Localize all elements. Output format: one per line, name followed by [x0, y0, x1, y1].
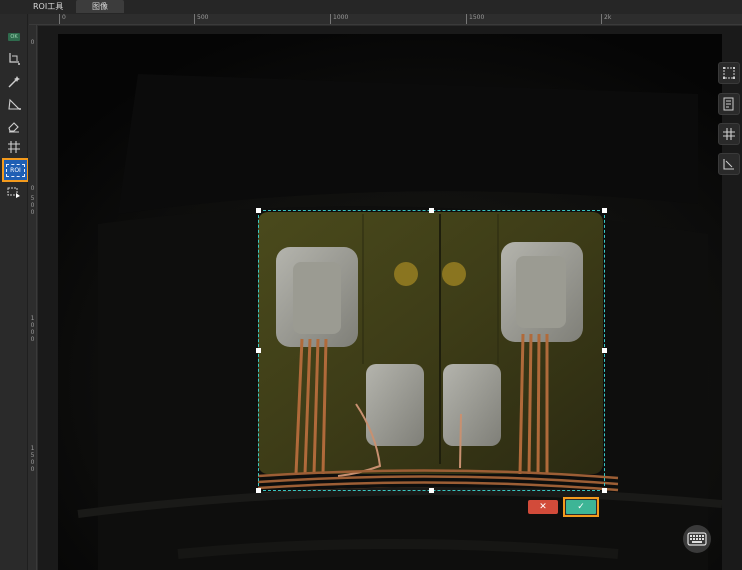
- roi-handle-right[interactable]: [602, 348, 607, 353]
- ruler-tick-label: 1500: [30, 445, 35, 473]
- crop-polygon-icon: [9, 53, 20, 65]
- keyboard-icon: [687, 532, 707, 546]
- eraser-icon: [8, 122, 19, 133]
- ruler-tick-label: 0: [30, 39, 35, 46]
- tab-bar: ROI工具 图像: [0, 0, 742, 14]
- roi-handle-top[interactable]: [429, 208, 434, 213]
- roi-handle-top-right[interactable]: [602, 208, 607, 213]
- roi-handle-top-left[interactable]: [256, 208, 261, 213]
- measure-area-button[interactable]: [718, 153, 740, 175]
- crop-polygon-tool[interactable]: [5, 51, 23, 67]
- grid-tool[interactable]: [5, 139, 23, 155]
- roi-handle-left[interactable]: [256, 348, 261, 353]
- ruler-tick-label: 1000: [330, 14, 348, 24]
- ruler-tick-label: 500: [194, 14, 208, 24]
- document-edit-button[interactable]: [718, 93, 740, 115]
- polygon-select-icon: [723, 67, 735, 79]
- roi-handle-bottom-left[interactable]: [256, 488, 261, 493]
- roi-play-icon: [7, 187, 20, 198]
- polygon-select-button[interactable]: [718, 62, 740, 84]
- ruler-tick-label: 0: [59, 14, 66, 24]
- grid-lines-button[interactable]: [718, 123, 740, 145]
- angle-measure-icon: [8, 98, 21, 110]
- roi-tool[interactable]: ROI: [2, 158, 29, 182]
- roi-icon: ROI: [6, 163, 25, 177]
- tab-image[interactable]: 图像: [76, 0, 124, 13]
- grid-icon: [8, 141, 20, 153]
- roi-handle-bottom[interactable]: [429, 488, 434, 493]
- measure-area-icon: [723, 159, 734, 170]
- left-toolbar: OK ROI: [0, 14, 29, 570]
- tab-roi-tools[interactable]: ROI工具: [29, 0, 75, 13]
- document-edit-icon: [723, 97, 734, 111]
- ruler-top: 0 500 1000 1500 2k: [29, 14, 742, 25]
- roi-play-tool[interactable]: [5, 184, 23, 200]
- magic-wand-tool[interactable]: [5, 74, 23, 90]
- magic-wand-icon: [8, 76, 20, 88]
- eraser-tool[interactable]: [5, 118, 23, 134]
- ruler-tick-label: 1500: [466, 14, 484, 24]
- roi-confirm-button[interactable]: ✓: [563, 497, 599, 517]
- grid-lines-icon: [723, 128, 735, 140]
- check-icon: ✓: [566, 500, 596, 514]
- roi-handle-bottom-right[interactable]: [602, 488, 607, 493]
- angle-measure-tool[interactable]: [5, 96, 23, 112]
- ruler-left: 0 0 500 1000 1500: [28, 25, 37, 570]
- ruler-tick-label: 500: [30, 195, 35, 216]
- ruler-tick-label: 2k: [601, 14, 611, 24]
- ruler-tick-label: 0: [30, 185, 35, 192]
- keyboard-button[interactable]: [683, 525, 711, 553]
- status-badge: OK: [8, 33, 20, 41]
- roi-selection-box[interactable]: [258, 210, 605, 491]
- roi-cancel-button[interactable]: ✕: [528, 500, 558, 514]
- ruler-tick-label: 1000: [30, 315, 35, 343]
